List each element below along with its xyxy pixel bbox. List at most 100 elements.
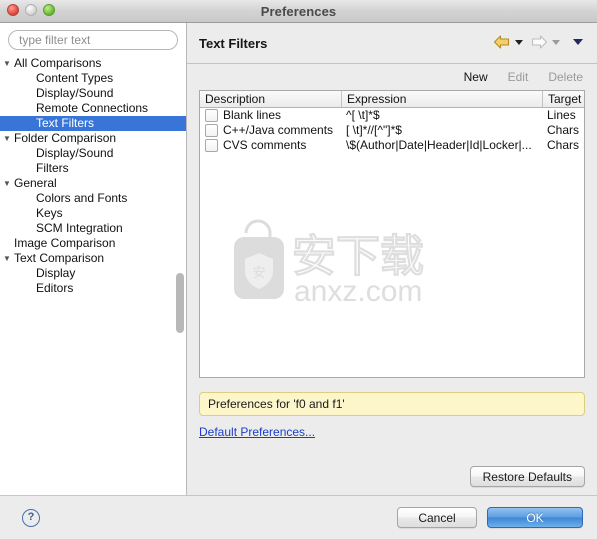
ok-button[interactable]: OK [487,507,583,528]
table-row[interactable]: CVS comments \$(Author|Date|Header|Id|Loc… [200,138,584,153]
window-title: Preferences [260,3,337,19]
cell-description: Blank lines [200,108,341,123]
zoom-button[interactable] [43,4,55,16]
sidebar-item-label: Text Filters [36,116,95,130]
sidebar-scrollbar[interactable] [176,273,184,333]
help-icon[interactable]: ? [22,508,40,527]
preferences-tree[interactable]: ▼ All Comparisons Content Types Display/Sou… [0,55,186,495]
sidebar-item-label: Filters [36,161,69,175]
sidebar-item-label: Text Comparison [14,251,105,265]
twisty-expanded-icon[interactable]: ▼ [2,56,12,71]
filter-container [0,23,186,55]
table-body: Blank lines ^[ \t]*$ Lines C++/Java comment… [200,108,584,153]
sidebar-item-text-filters[interactable]: Text Filters [0,116,186,131]
minimize-button[interactable] [25,4,37,16]
sidebar-item-filters[interactable]: Filters [0,161,186,176]
filter-input[interactable] [8,30,178,50]
cell-description: CVS comments [200,138,341,153]
forward-history-chevron-down-icon [552,39,560,45]
description-text: CVS comments [223,138,307,152]
cancel-button[interactable]: Cancel [397,507,477,528]
twisty-expanded-icon[interactable]: ▼ [2,131,12,146]
restore-defaults-button[interactable]: Restore Defaults [469,466,585,487]
table-header-row: Description Expression Target [200,91,584,108]
sidebar-item-text-comparison[interactable]: ▼ Text Comparison [0,251,186,266]
sidebar-item-remote-connections[interactable]: Remote Connections [0,101,186,116]
table-row[interactable]: C++/Java comments [ \t]*//[^"]*$ Chars [200,123,584,138]
text-filters-table[interactable]: Description Expression Target Blank line… [199,90,585,378]
watermark-logo: 安 安下载 anxz.com [228,211,448,308]
sidebar-item-editors[interactable]: Editors [0,281,186,296]
sidebar-item-label: All Comparisons [14,56,102,70]
sidebar-item-label: Keys [36,206,63,220]
svg-text:anxz.com: anxz.com [294,275,422,307]
sidebar-item-all-comparisons[interactable]: ▼ All Comparisons [0,56,186,71]
svg-text:安: 安 [252,266,265,281]
sidebar-item-label: Display/Sound [36,86,114,100]
cell-target: Lines [547,108,576,122]
sidebar-item-display[interactable]: Display [0,266,186,281]
row-checkbox[interactable] [205,124,218,137]
delete-button: Delete [548,70,583,84]
view-menu-chevron-down-icon[interactable] [573,39,583,45]
cell-expression: \$(Author|Date|Header|Id|Locker|... [346,138,532,152]
page-title: Text Filters [199,35,268,51]
sidebar-item-image-comparison[interactable]: Image Comparison [0,236,186,251]
twisty-expanded-icon[interactable]: ▼ [2,176,12,191]
sidebar-item-colors-and-fonts[interactable]: Colors and Fonts [0,191,186,206]
preferences-content: Text Filters New Edit Delete Description… [187,23,597,495]
footer-buttons: Cancel OK [397,507,583,528]
title-bar: Preferences [0,0,597,23]
sidebar-item-label: Colors and Fonts [36,191,128,205]
back-history-chevron-down-icon[interactable] [515,39,523,45]
page-header: Text Filters [187,23,597,64]
sidebar-item-label: Image Comparison [14,236,116,250]
column-header-target[interactable]: Target [542,91,584,107]
dialog-footer: ? Cancel OK [0,495,597,539]
table-actions: New Edit Delete [187,64,597,90]
restore-row: Restore Defaults [199,439,585,495]
forward-arrow-icon [530,34,548,50]
description-text: C++/Java comments [223,123,334,137]
status-message: Preferences for 'f0 and f1' [199,392,585,416]
sidebar-item-label: Display/Sound [36,146,114,160]
sidebar-item-label: SCM Integration [36,221,123,235]
sidebar-item-label: General [14,176,57,190]
column-header-expression[interactable]: Expression [341,91,542,107]
row-checkbox[interactable] [205,109,218,122]
dialog-body: ▼All ComparisonsContent TypesDisplay/Sou… [0,23,597,495]
sidebar-item-label: Remote Connections [36,101,149,115]
sidebar-item-display-sound[interactable]: Display/Sound [0,146,186,161]
sidebar-item-label: Content Types [36,71,114,85]
back-arrow-icon[interactable] [493,34,511,50]
default-preferences-link[interactable]: Default Preferences... [199,425,315,439]
close-button[interactable] [7,4,19,16]
description-text: Blank lines [223,108,282,122]
svg-text:安下载: 安下载 [292,231,424,282]
sidebar-item-keys[interactable]: Keys [0,206,186,221]
new-button[interactable]: New [464,70,488,84]
links-row: Default Preferences... [199,425,585,439]
sidebar-item-scm-integration[interactable]: SCM Integration [0,221,186,236]
sidebar-item-display-sound[interactable]: Display/Sound [0,86,186,101]
window-controls [7,4,55,16]
row-checkbox[interactable] [205,139,218,152]
sidebar-item-label: Folder Comparison [14,131,117,145]
cell-expression: [ \t]*//[^"]*$ [346,123,402,137]
sidebar-item-content-types[interactable]: Content Types [0,71,186,86]
sidebar-item-folder-comparison[interactable]: ▼ Folder Comparison [0,131,186,146]
cell-expression: ^[ \t]*$ [346,108,380,122]
column-header-description[interactable]: Description [200,91,341,107]
cell-target: Chars [547,123,580,137]
sidebar-item-label: Editors [36,281,74,295]
twisty-expanded-icon[interactable]: ▼ [2,251,12,266]
sidebar-item-general[interactable]: ▼ General [0,176,186,191]
sidebar-item-label: Display [36,266,76,280]
navigation-toolbar [493,34,587,50]
edit-button: Edit [507,70,529,84]
preferences-sidebar: ▼All ComparisonsContent TypesDisplay/Sou… [0,23,187,495]
table-row[interactable]: Blank lines ^[ \t]*$ Lines [200,108,584,123]
preferences-window: Preferences ▼All ComparisonsContent Type… [0,0,597,539]
cell-target: Chars [547,138,580,152]
cell-description: C++/Java comments [200,123,341,138]
